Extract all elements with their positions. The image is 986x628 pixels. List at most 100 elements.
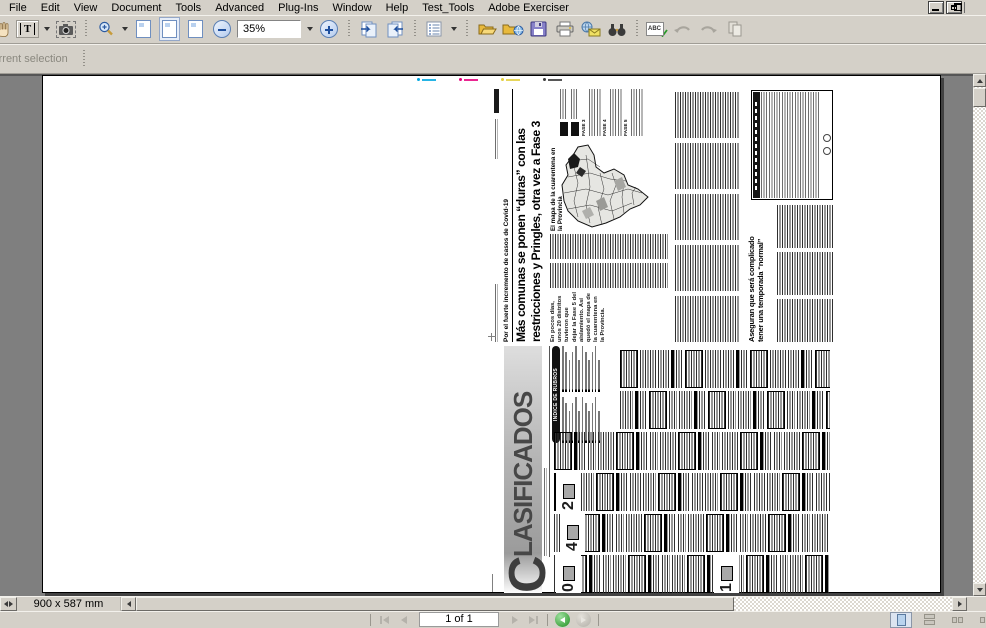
menu-plugins[interactable]: Plug-Ins (271, 1, 325, 15)
open-button[interactable] (474, 17, 499, 42)
classified-ad (626, 514, 642, 552)
spellcheck-button[interactable]: ABC (644, 17, 669, 42)
open-web-page-button[interactable] (500, 17, 525, 42)
classifieds-index: INDICE DE RUBROS (552, 346, 618, 443)
menu-help[interactable]: Help (379, 1, 416, 15)
menu-tools[interactable]: Tools (169, 1, 209, 15)
classified-ad (760, 432, 772, 470)
current-selection-button[interactable]: current selection (0, 53, 78, 65)
menu-edit[interactable]: Edit (34, 1, 67, 15)
previous-view-button[interactable] (382, 17, 407, 42)
vertical-scrollbar[interactable] (973, 74, 986, 596)
menu-file[interactable]: File (2, 1, 34, 15)
copy-pages-icon (727, 21, 743, 37)
black-plate-mark (543, 78, 562, 81)
chevron-down-icon (44, 27, 50, 31)
horizontal-scroll-thumb[interactable] (136, 597, 734, 611)
previous-page-button[interactable] (394, 612, 413, 627)
page-number-field[interactable]: 1 of 1 (419, 612, 499, 627)
menu-document[interactable]: Document (104, 1, 168, 15)
single-page-layout-button[interactable] (890, 612, 912, 628)
menu-adobe-exerciser[interactable]: Adobe Exerciser (481, 1, 576, 15)
menu-view[interactable]: View (67, 1, 105, 15)
next-view-button-status[interactable] (576, 612, 591, 627)
index-entry (575, 346, 577, 392)
second-article-body (777, 204, 833, 342)
classified-ad (588, 432, 596, 470)
zoom-level-dropdown[interactable] (304, 17, 315, 42)
menu-window[interactable]: Window (325, 1, 378, 15)
hand-tool-button[interactable] (0, 17, 14, 42)
zoom-out-button[interactable] (209, 17, 234, 42)
article-body-middle (675, 89, 741, 342)
back-arrow-icon (560, 617, 565, 623)
email-globe-icon (580, 21, 601, 37)
facing-layout-button[interactable] (946, 612, 968, 628)
next-view-button[interactable] (356, 17, 381, 42)
snapshot-tool-button[interactable] (53, 17, 78, 42)
zoom-level-field[interactable]: 35% (237, 20, 301, 38)
fit-width-button[interactable] (183, 17, 208, 42)
restore-icon (951, 5, 957, 10)
next-page-button[interactable] (505, 612, 524, 627)
index-entry (569, 360, 571, 392)
menu-advanced[interactable]: Advanced (208, 1, 271, 15)
scroll-right-button[interactable] (952, 597, 967, 611)
splitter-grip-button[interactable] (0, 597, 17, 611)
notice-header-bar (753, 92, 760, 198)
classified-ad (788, 514, 800, 552)
scroll-up-button[interactable] (973, 74, 986, 87)
menu-test-tools[interactable]: Test_Tools (415, 1, 481, 15)
restore-button[interactable] (946, 1, 962, 14)
classified-ad (662, 555, 670, 593)
select-text-tool-button[interactable]: T (15, 17, 40, 42)
search-button[interactable] (604, 17, 629, 42)
undo-button[interactable] (670, 17, 695, 42)
classified-ad (738, 391, 751, 429)
copy-button[interactable] (722, 17, 747, 42)
horizontal-scroll-track[interactable] (734, 597, 952, 611)
navigation-tabs-button[interactable] (422, 17, 447, 42)
save-button[interactable] (526, 17, 551, 42)
first-page-button[interactable] (375, 612, 394, 627)
second-article: Aseguran que será complicado tener una t… (747, 89, 837, 342)
last-page-button[interactable] (524, 612, 543, 627)
select-tool-dropdown[interactable] (41, 17, 52, 42)
chevron-down-icon (451, 27, 457, 31)
zoom-in-tool-button[interactable] (93, 17, 118, 42)
article-body-top: En pocos días, unos 20 distritos tuviero… (550, 234, 670, 342)
redo-button[interactable] (696, 17, 721, 42)
scroll-left-button[interactable] (121, 597, 136, 611)
zoom-tool-dropdown[interactable] (119, 17, 130, 42)
forward-arrow-icon (581, 617, 586, 623)
window-controls (928, 1, 962, 14)
print-button[interactable] (552, 17, 577, 42)
legend-fase-3: FASE 3 (582, 89, 601, 136)
left-arrow-icon (127, 601, 131, 607)
previous-view-button-status[interactable] (555, 612, 570, 627)
continuous-layout-button[interactable] (918, 612, 940, 628)
classified-ad (596, 473, 614, 511)
window-frame-edge (964, 2, 965, 13)
fit-page-button[interactable] (157, 17, 182, 42)
zoom-in-button[interactable] (316, 17, 341, 42)
classifieds-page: C LASIFICADOS INDICE DE RUBROS (504, 346, 833, 593)
continuous-facing-icon (980, 617, 985, 623)
navigation-tabs-dropdown[interactable] (448, 17, 459, 42)
email-button[interactable] (578, 17, 603, 42)
pdf-page-canvas[interactable]: Por el fuerte incremento de casos de Cov… (42, 75, 941, 593)
continuous-facing-layout-button[interactable] (974, 612, 986, 628)
document-viewport[interactable]: Por el fuerte incremento de casos de Cov… (0, 74, 973, 596)
index-entry (572, 352, 574, 392)
scroll-down-button[interactable] (973, 583, 986, 596)
minimize-button[interactable] (928, 1, 944, 14)
menu-bar: File Edit View Document Tools Advanced P… (0, 0, 986, 15)
index-entry (562, 346, 564, 392)
legend-fase-4: FASE 4 (603, 89, 622, 136)
single-page-icon (897, 614, 906, 626)
classified-column (620, 350, 830, 388)
classified-ad (554, 432, 572, 470)
actual-size-button[interactable] (131, 17, 156, 42)
hand-icon (0, 20, 11, 38)
vertical-scroll-thumb[interactable] (973, 88, 986, 107)
